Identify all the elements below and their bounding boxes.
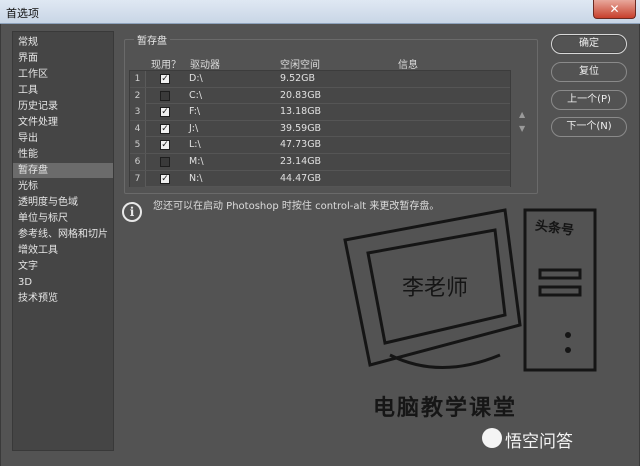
active-checkbox[interactable]: ✓ xyxy=(160,140,170,151)
screen-text: 李老师 xyxy=(402,276,468,301)
drive-cell: C:\ xyxy=(189,89,203,101)
sidebar-item[interactable]: 参考线、网格和切片 xyxy=(13,227,113,242)
row-number: 7 xyxy=(130,170,146,187)
row-number: 6 xyxy=(130,154,146,170)
column-header-drive[interactable]: 驱动器 xyxy=(190,56,220,71)
close-button[interactable]: ✕ xyxy=(593,0,636,19)
active-checkbox[interactable]: ✓ xyxy=(160,123,170,134)
monitor-stand xyxy=(389,353,501,369)
row-number: 4 xyxy=(130,120,146,137)
active-checkbox[interactable]: ✓ xyxy=(160,107,170,118)
free-space-cell: 23.14GB xyxy=(280,156,322,167)
sidebar-item[interactable]: 技术预览 xyxy=(13,291,113,306)
previous-button[interactable]: 上一个(P) xyxy=(551,90,627,110)
reset-light xyxy=(565,347,571,353)
sidebar-item[interactable]: 工具 xyxy=(13,83,113,98)
drive-cell: F:\ xyxy=(189,106,201,118)
table-row[interactable]: 3 ✓ F:\ 13.18GB xyxy=(130,104,510,121)
table-row[interactable]: 5 ✓ L:\ 47.73GB xyxy=(130,137,510,154)
sidebar-item[interactable]: 透明度与色域 xyxy=(13,195,113,210)
sidebar-item[interactable]: 界面 xyxy=(13,51,113,66)
active-checkbox[interactable]: ✓ xyxy=(160,74,170,84)
active-checkbox[interactable]: ✓ xyxy=(160,173,170,184)
sidebar-item[interactable]: 增效工具 xyxy=(13,243,113,258)
free-space-cell: 9.52GB xyxy=(280,73,316,84)
reset-button[interactable]: 复位 xyxy=(551,62,627,82)
sidebar: 常规 界面 工作区 工具 历史记录 文件处理 导出 性能 暂存盘 光标 透明度与色域 单位与标尺 参考线… xyxy=(12,31,114,451)
column-header-active[interactable]: 现用？ xyxy=(151,56,181,71)
brand-logo-icon xyxy=(482,428,502,448)
sidebar-item[interactable]: 光标 xyxy=(13,179,113,194)
active-checkbox[interactable] xyxy=(160,157,170,167)
sidebar-item[interactable]: 暂存盘 xyxy=(13,163,113,178)
free-space-cell: 39.59GB xyxy=(280,122,322,134)
tower-text: 头条号 xyxy=(534,218,575,239)
table-row[interactable]: 2 C:\ 20.83GB xyxy=(130,87,510,105)
column-header-free-space[interactable]: 空闲空间 xyxy=(280,56,320,71)
row-number: 1 xyxy=(130,71,146,87)
ok-button[interactable]: 确定 xyxy=(551,34,627,54)
table-row[interactable]: 7 ✓ N:\ 44.47GB xyxy=(130,170,510,188)
row-number: 2 xyxy=(130,87,146,104)
drive-bay xyxy=(538,268,582,280)
column-header-info[interactable]: 信息 xyxy=(398,56,418,71)
table-row[interactable]: 4 ✓ J:\ 39.59GB xyxy=(130,120,510,138)
watermark-caption: 电脑教学课堂 xyxy=(373,396,518,421)
window-title: 首选项 xyxy=(6,7,39,20)
drive-cell: D:\ xyxy=(189,73,203,84)
drive-cell: N:\ xyxy=(189,172,203,184)
sidebar-item[interactable]: 常规 xyxy=(13,35,113,50)
active-checkbox[interactable] xyxy=(160,90,170,101)
free-space-cell: 47.73GB xyxy=(280,139,322,151)
free-space-cell: 20.83GB xyxy=(280,89,322,101)
table-row[interactable]: 6 M:\ 23.14GB xyxy=(130,154,510,171)
group-title: 暂存盘 xyxy=(134,32,170,47)
drive-cell: L:\ xyxy=(189,139,201,151)
free-space-cell: 44.47GB xyxy=(280,172,322,184)
sidebar-item[interactable]: 文字 xyxy=(13,259,113,274)
free-space-cell: 13.18GB xyxy=(280,106,322,118)
scratch-disk-table: 1 ✓ D:\ 9.52GB 2 C:\ 20.83GB 3 ✓ F:\ 13.18GB 4 ✓ J:\ 3… xyxy=(129,70,511,188)
close-icon: ✕ xyxy=(609,2,620,16)
sidebar-item[interactable]: 导出 xyxy=(13,131,113,146)
move-up-icon[interactable]: ▲ xyxy=(519,110,525,119)
sidebar-item[interactable]: 历史记录 xyxy=(13,99,113,114)
drive-cell: J:\ xyxy=(189,122,199,134)
title-bar: 首选项 ✕ xyxy=(0,0,640,24)
table-row[interactable]: 1 ✓ D:\ 9.52GB xyxy=(130,71,510,88)
drive-bay xyxy=(538,285,582,297)
next-button[interactable]: 下一个(N) xyxy=(551,117,627,137)
sidebar-item[interactable]: 文件处理 xyxy=(13,115,113,130)
watermark-illustration: 李老师 头条号 xyxy=(343,208,597,372)
info-icon: i xyxy=(122,202,142,222)
row-number: 5 xyxy=(130,137,146,154)
power-button xyxy=(565,332,571,338)
sidebar-item[interactable]: 工作区 xyxy=(13,67,113,82)
row-number: 3 xyxy=(130,104,146,121)
move-down-icon[interactable]: ▼ xyxy=(519,124,525,133)
sidebar-item[interactable]: 性能 xyxy=(13,147,113,162)
brand-text: 悟空问答 xyxy=(505,432,573,452)
sidebar-item[interactable]: 3D xyxy=(13,275,113,290)
drive-cell: M:\ xyxy=(189,156,204,167)
sidebar-item[interactable]: 单位与标尺 xyxy=(13,211,113,226)
